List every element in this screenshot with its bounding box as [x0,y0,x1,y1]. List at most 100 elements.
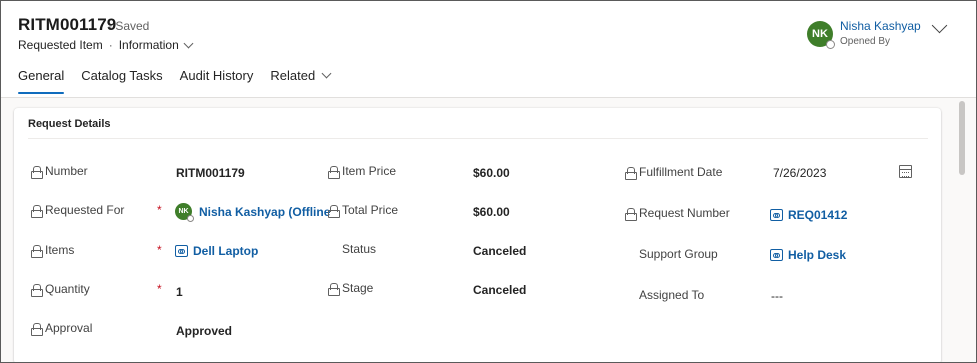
requested-for-value: NK Nisha Kashyap (Offline [175,203,331,222]
field-item-price: Item Price [328,164,397,179]
record-icon [175,245,188,257]
field-requested-for: Requested For [31,203,125,218]
field-label: Approval [31,321,93,336]
chevron-down-icon [321,68,332,79]
presence-icon [187,215,194,222]
field-assigned-to: Assigned To [639,288,704,302]
label-text: Items [45,243,75,257]
field-stage: Stage [328,281,373,296]
save-status: - Saved [108,19,150,33]
label-text: Number [45,164,88,178]
owner-card[interactable]: NK Nisha Kashyap Opened By [807,19,921,49]
label-text: Requested For [45,203,125,217]
label-text: Quantity [45,282,90,296]
lock-icon [31,283,43,297]
form-selector[interactable]: Information [118,38,194,52]
link-text: Nisha Kashyap (Offline [199,204,331,219]
record-title: RITM001179 [18,15,117,34]
link-text: REQ01412 [788,208,848,222]
lock-icon [31,244,43,258]
owner-name-link[interactable]: Nisha Kashyap [840,19,921,33]
label-text: Total Price [342,203,399,217]
tab-catalog-tasks[interactable]: Catalog Tasks [81,68,162,96]
tab-related[interactable]: Related [270,68,332,96]
avatar-initials: NK [812,28,828,40]
tab-label: Audit History [179,68,254,83]
items-value: Dell Laptop [175,244,258,258]
field-label: Fulfillment Date [625,165,723,180]
subtitle-separator: · [108,38,113,52]
field-label: Total Price [328,203,399,218]
quantity-value: 1 [176,285,183,299]
section-divider [28,138,928,139]
avatar: NK [175,203,194,222]
tab-label: Catalog Tasks [81,68,163,83]
field-label: Number [31,164,88,179]
entity-name: Requested Item [18,38,103,52]
field-label: Request Number [625,206,730,221]
expand-header-chevron-icon[interactable] [931,17,948,34]
tab-label: Related [270,68,316,83]
required-indicator: * [157,243,162,257]
lock-icon [31,204,43,218]
field-approval: Approval [31,321,93,336]
required-indicator: * [157,282,162,296]
lock-icon [625,207,637,221]
field-label: Items [31,243,75,258]
fulfillment-date-value: 7/26/2023 [773,166,827,180]
total-price-value: $60.00 [473,205,510,219]
record-icon [770,249,783,261]
link-text: Help Desk [788,248,847,262]
label-text: Approval [45,321,93,335]
items-link[interactable]: Dell Laptop [175,244,258,258]
request-number-value: REQ01412 [770,208,847,222]
app-window: RITM001179 - Saved Requested Item · Info… [0,0,977,363]
support-group-link[interactable]: Help Desk [770,248,846,262]
avatar: NK [807,21,835,49]
field-number: Number [31,164,88,179]
field-label: Status [342,242,377,256]
field-status: Status [342,242,376,256]
owner-role: Opened By [840,36,891,47]
tab-label: General [18,68,65,83]
vertical-scrollbar[interactable] [959,101,965,175]
field-total-price: Total Price [328,203,399,218]
field-quantity: Quantity [31,282,90,297]
field-request-number: Request Number [625,206,730,221]
field-label: Quantity [31,282,90,297]
assigned-to-value[interactable]: --- [771,289,783,303]
lock-icon [328,282,340,296]
field-label: Requested For [31,203,125,218]
field-label: Item Price [328,164,397,179]
number-value: RITM001179 [176,166,245,180]
request-details-section: Request Details Number RITM001179 Reques… [14,108,941,362]
record-header: RITM001179 - Saved Requested Item · Info… [1,1,976,98]
tab-audit-history[interactable]: Audit History [180,68,254,96]
status-value[interactable]: Canceled [473,244,526,258]
request-number-link[interactable]: REQ01412 [770,208,847,222]
calendar-icon[interactable] [899,165,912,178]
label-text: Item Price [342,164,397,178]
tab-bar: General Catalog Tasks Audit History Rela… [18,68,347,96]
tab-general[interactable]: General [18,68,65,96]
field-fulfillment-date: Fulfillment Date [625,165,723,180]
owner-details: Nisha Kashyap Opened By [840,19,921,47]
requested-for-link[interactable]: NK Nisha Kashyap (Offline [175,203,331,222]
record-icon [770,209,783,221]
link-text: Dell Laptop [193,244,259,258]
field-label: Assigned To [639,288,705,302]
form-name: Information [118,38,179,52]
section-title: Request Details [28,118,111,130]
chevron-down-icon [183,38,194,48]
avatar-initials: NK [178,208,189,215]
field-label: Stage [328,281,373,296]
lock-icon [625,166,637,180]
presence-icon [826,40,835,49]
required-indicator: * [157,203,162,217]
lock-icon [328,204,340,218]
field-label: Support Group [639,247,718,261]
label-text: Fulfillment Date [639,165,723,179]
approval-value: Approved [176,324,233,338]
lock-icon [31,322,43,336]
field-support-group: Support Group [639,247,718,261]
